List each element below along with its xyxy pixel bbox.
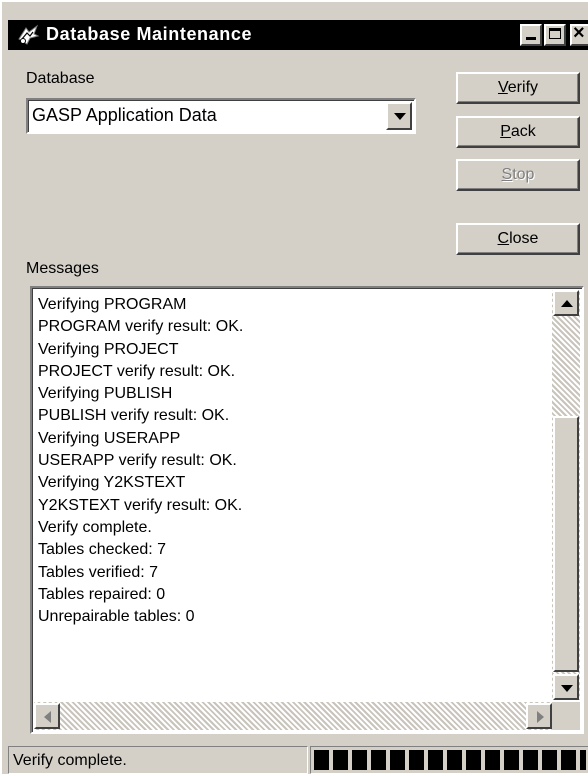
database-maintenance-window: Database Maintenance × Database GASP App… — [0, 0, 588, 774]
title-bar[interactable]: Database Maintenance × — [8, 20, 588, 50]
close-button-accel: C — [497, 230, 510, 247]
close-button[interactable]: Close — [456, 223, 580, 255]
scroll-up-button[interactable] — [553, 290, 579, 316]
stop-button: Stop — [456, 159, 580, 191]
minimize-button[interactable] — [520, 24, 542, 46]
message-line: PROJECT verify result: OK. — [38, 362, 236, 380]
message-line: PROGRAM verify result: OK. — [38, 318, 244, 336]
progress-bar — [310, 746, 588, 774]
verify-button-label: erify — [507, 79, 539, 96]
message-line: Verify complete. — [38, 518, 152, 536]
message-line: Tables checked: 7 — [38, 541, 167, 559]
status-panel: Verify complete. — [8, 746, 308, 774]
message-line: Unrepairable tables: 0 — [38, 608, 195, 626]
message-line: USERAPP verify result: OK. — [38, 452, 237, 470]
close-window-button[interactable]: × — [570, 22, 588, 46]
message-line: Verifying PUBLISH — [38, 385, 173, 403]
arrow-up-icon — [561, 300, 573, 307]
minimize-icon — [526, 37, 536, 40]
stop-button-label: top — [512, 166, 535, 183]
message-line: Y2KSTEXT verify result: OK. — [38, 496, 243, 514]
message-line: Verifying USERAPP — [38, 429, 181, 447]
maximize-button[interactable] — [544, 24, 566, 46]
chevron-down-icon — [394, 113, 406, 120]
database-select[interactable]: GASP Application Data — [26, 98, 416, 134]
pack-button[interactable]: Pack — [456, 116, 580, 148]
message-line: Verifying PROJECT — [38, 340, 179, 358]
database-label: Database — [26, 70, 95, 87]
vertical-scrollbar[interactable] — [552, 290, 580, 700]
pack-button-label: ack — [510, 123, 536, 140]
message-line: Verifying PROGRAM — [38, 296, 187, 313]
scroll-down-button[interactable] — [553, 674, 579, 700]
arrow-left-icon — [44, 711, 51, 723]
status-text: Verify complete. — [13, 752, 127, 769]
scroll-left-button[interactable] — [34, 703, 60, 729]
window-title: Database Maintenance — [46, 24, 253, 44]
message-line: Verifying Y2KSTEXT — [38, 474, 186, 492]
status-bar: Verify complete. — [8, 746, 588, 776]
messages-lines: Verifying PROGRAM PROGRAM verify result: … — [38, 294, 243, 628]
arrow-right-icon — [537, 711, 544, 723]
pack-button-accel: P — [500, 123, 511, 140]
messages-list[interactable]: Verifying PROGRAM PROGRAM verify result: … — [30, 286, 584, 734]
scroll-right-button[interactable] — [526, 703, 552, 729]
messages-label: Messages — [26, 260, 99, 277]
message-line: Tables verified: 7 — [38, 563, 159, 581]
close-icon: × — [573, 22, 585, 44]
stop-button-accel: S — [501, 166, 513, 183]
close-button-label: lose — [509, 230, 539, 247]
message-line: PUBLISH verify result: OK. — [38, 407, 230, 425]
horizontal-scrollbar[interactable] — [34, 702, 552, 730]
maximize-icon — [549, 28, 561, 39]
arrow-down-icon — [561, 685, 573, 692]
scrollbar-corner — [552, 702, 580, 730]
vertical-scroll-thumb[interactable] — [553, 416, 579, 672]
database-select-value: GASP Application Data — [32, 105, 217, 125]
message-line: Tables repaired: 0 — [38, 585, 166, 603]
database-dropdown-button[interactable] — [386, 102, 412, 130]
verify-button-accel: V — [497, 79, 508, 96]
verify-button[interactable]: Verify — [456, 72, 580, 104]
progress-fill — [314, 750, 586, 770]
database-maintenance-icon — [16, 24, 40, 46]
